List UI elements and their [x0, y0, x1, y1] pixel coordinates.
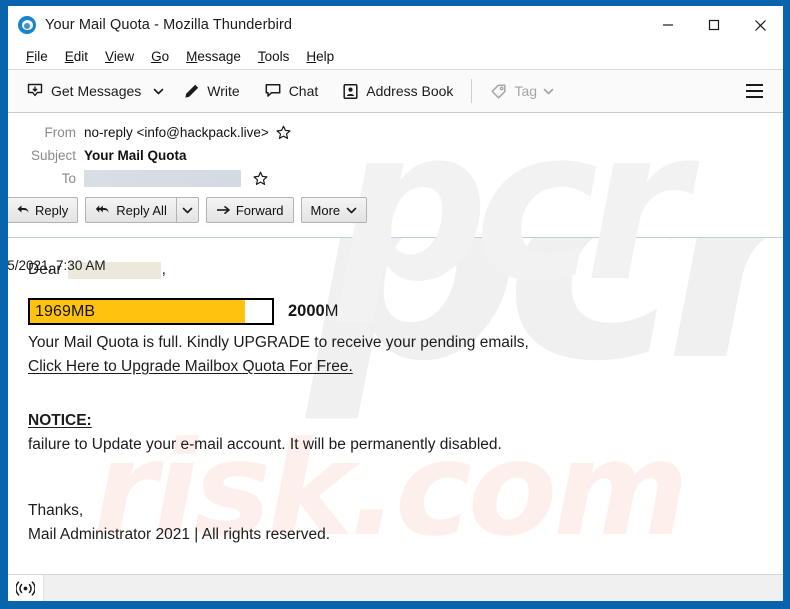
message-date: 7/5/2021, 7:30 AM [8, 258, 106, 273]
address-book-button[interactable]: Address Book [334, 76, 461, 107]
quota-progress-bar: 1969MB [28, 298, 274, 325]
message-action-buttons: Reply Reply All Forward More [8, 197, 774, 223]
from-value[interactable]: no-reply <info@hackpack.live> [84, 125, 269, 140]
tag-label: Tag [514, 83, 538, 99]
menu-tools[interactable]: Tools [250, 47, 299, 66]
menu-bar: File Edit View Go Message Tools Help [8, 44, 783, 70]
from-value-container: no-reply <info@hackpack.live> [84, 125, 783, 140]
to-value-container [84, 170, 783, 187]
window-title: Your Mail Quota - Mozilla Thunderbird [45, 17, 293, 33]
menu-view[interactable]: View [97, 47, 143, 66]
quota-total-unit: MB [324, 302, 350, 320]
message-body: pcr risk.com Dear , 1969MB 2000MB Your M… [8, 238, 783, 574]
reply-arrow-icon [16, 204, 30, 216]
chat-button[interactable]: Chat [256, 76, 327, 107]
pencil-icon [183, 83, 200, 100]
to-label: To [61, 171, 76, 186]
more-label: More [310, 202, 341, 218]
download-messages-icon [26, 82, 44, 100]
reply-all-button[interactable]: Reply All [85, 197, 176, 223]
menu-view-label: iew [113, 49, 135, 64]
menu-edit-label: dit [73, 49, 89, 64]
from-label: From [44, 125, 77, 140]
chat-bubble-icon [264, 82, 282, 100]
menu-go-label: o [161, 49, 170, 64]
upgrade-link-line: Click Here to Upgrade Mailbox Quota For … [28, 355, 783, 379]
menu-file[interactable]: File [18, 47, 57, 66]
title-bar: Your Mail Quota - Mozilla Thunderbird [8, 6, 783, 44]
maximize-button[interactable] [691, 6, 737, 44]
quota-full-message: Your Mail Quota is full. Kindly UPGRADE … [28, 334, 529, 351]
main-toolbar: Get Messages Write Chat Address Book Tag [8, 70, 783, 113]
address-book-icon [342, 83, 359, 100]
subject-value: Your Mail Quota [84, 148, 187, 163]
get-messages-dropdown[interactable] [149, 76, 167, 107]
menu-edit[interactable]: Edit [57, 47, 97, 66]
tag-chevron-down-icon[interactable] [543, 87, 554, 96]
thanks-line: Thanks, [28, 502, 84, 519]
quota-total-label: 2000MB [288, 302, 349, 321]
forward-button[interactable]: Forward [205, 197, 294, 223]
hamburger-icon-line [745, 96, 763, 98]
menu-message-label: essage [197, 49, 241, 64]
write-label: Write [207, 83, 240, 99]
upgrade-mailbox-link[interactable]: Click Here to Upgrade Mailbox Quota For … [28, 358, 353, 375]
menu-help[interactable]: Help [298, 47, 343, 66]
app-menu-button[interactable] [739, 76, 769, 106]
get-messages-label: Get Messages [51, 83, 142, 99]
from-row: From no-reply <info@hackpack.live> [8, 121, 783, 144]
to-row: To [8, 167, 783, 190]
reply-all-arrow-icon [95, 204, 111, 216]
status-bar [8, 574, 783, 601]
notice-heading: NOTICE: [28, 412, 92, 429]
hamburger-icon-line [745, 84, 763, 86]
star-icon[interactable] [253, 171, 268, 186]
reply-button[interactable]: Reply [8, 197, 79, 223]
tag-icon [490, 83, 507, 100]
menu-tools-label: ools [264, 49, 290, 64]
more-chevron-down-icon [346, 206, 357, 215]
broadcast-icon[interactable] [8, 575, 44, 601]
address-book-label: Address Book [366, 83, 454, 99]
hamburger-icon-line [745, 90, 763, 92]
quota-used-label: 1969MB [35, 302, 96, 320]
reply-label: Reply [35, 202, 69, 218]
quota-total-value: 2000 [288, 302, 325, 320]
subject-row: Subject Your Mail Quota [8, 144, 783, 167]
menu-file-label: ile [34, 49, 48, 64]
minimize-button[interactable] [645, 6, 691, 44]
subject-label: Subject [30, 148, 76, 163]
window-content: Your Mail Quota - Mozilla Thunderbird Fi… [8, 6, 783, 601]
star-icon[interactable] [276, 125, 291, 140]
menu-message[interactable]: Message [178, 47, 250, 66]
signature-line: Mail Administrator 2021 | All rights res… [28, 526, 331, 543]
to-redacted-value [84, 170, 241, 187]
menu-go[interactable]: Go [143, 47, 178, 66]
reply-all-dropdown[interactable] [175, 197, 199, 223]
thunderbird-window: Your Mail Quota - Mozilla Thunderbird Fi… [0, 0, 790, 609]
window-controls [645, 6, 783, 44]
forward-arrow-icon [216, 204, 231, 216]
forward-label: Forward [235, 202, 284, 218]
close-button[interactable] [737, 6, 783, 44]
message-header: pcr From no-reply <info@hackpack.live> S… [8, 83, 783, 328]
chat-label: Chat [288, 83, 319, 99]
menu-help-label: elp [316, 49, 335, 64]
notice-text: failure to Update your e-mail account. I… [28, 436, 502, 453]
tag-button[interactable]: Tag [482, 76, 562, 107]
thunderbird-icon [18, 16, 36, 34]
reply-all-label: Reply All [116, 202, 167, 218]
quota-meter: 1969MB 2000MB [28, 298, 783, 325]
get-messages-button[interactable]: Get Messages [18, 76, 149, 107]
toolbar-separator [471, 79, 473, 103]
more-button[interactable]: More [300, 197, 368, 223]
write-button[interactable]: Write [175, 76, 247, 107]
